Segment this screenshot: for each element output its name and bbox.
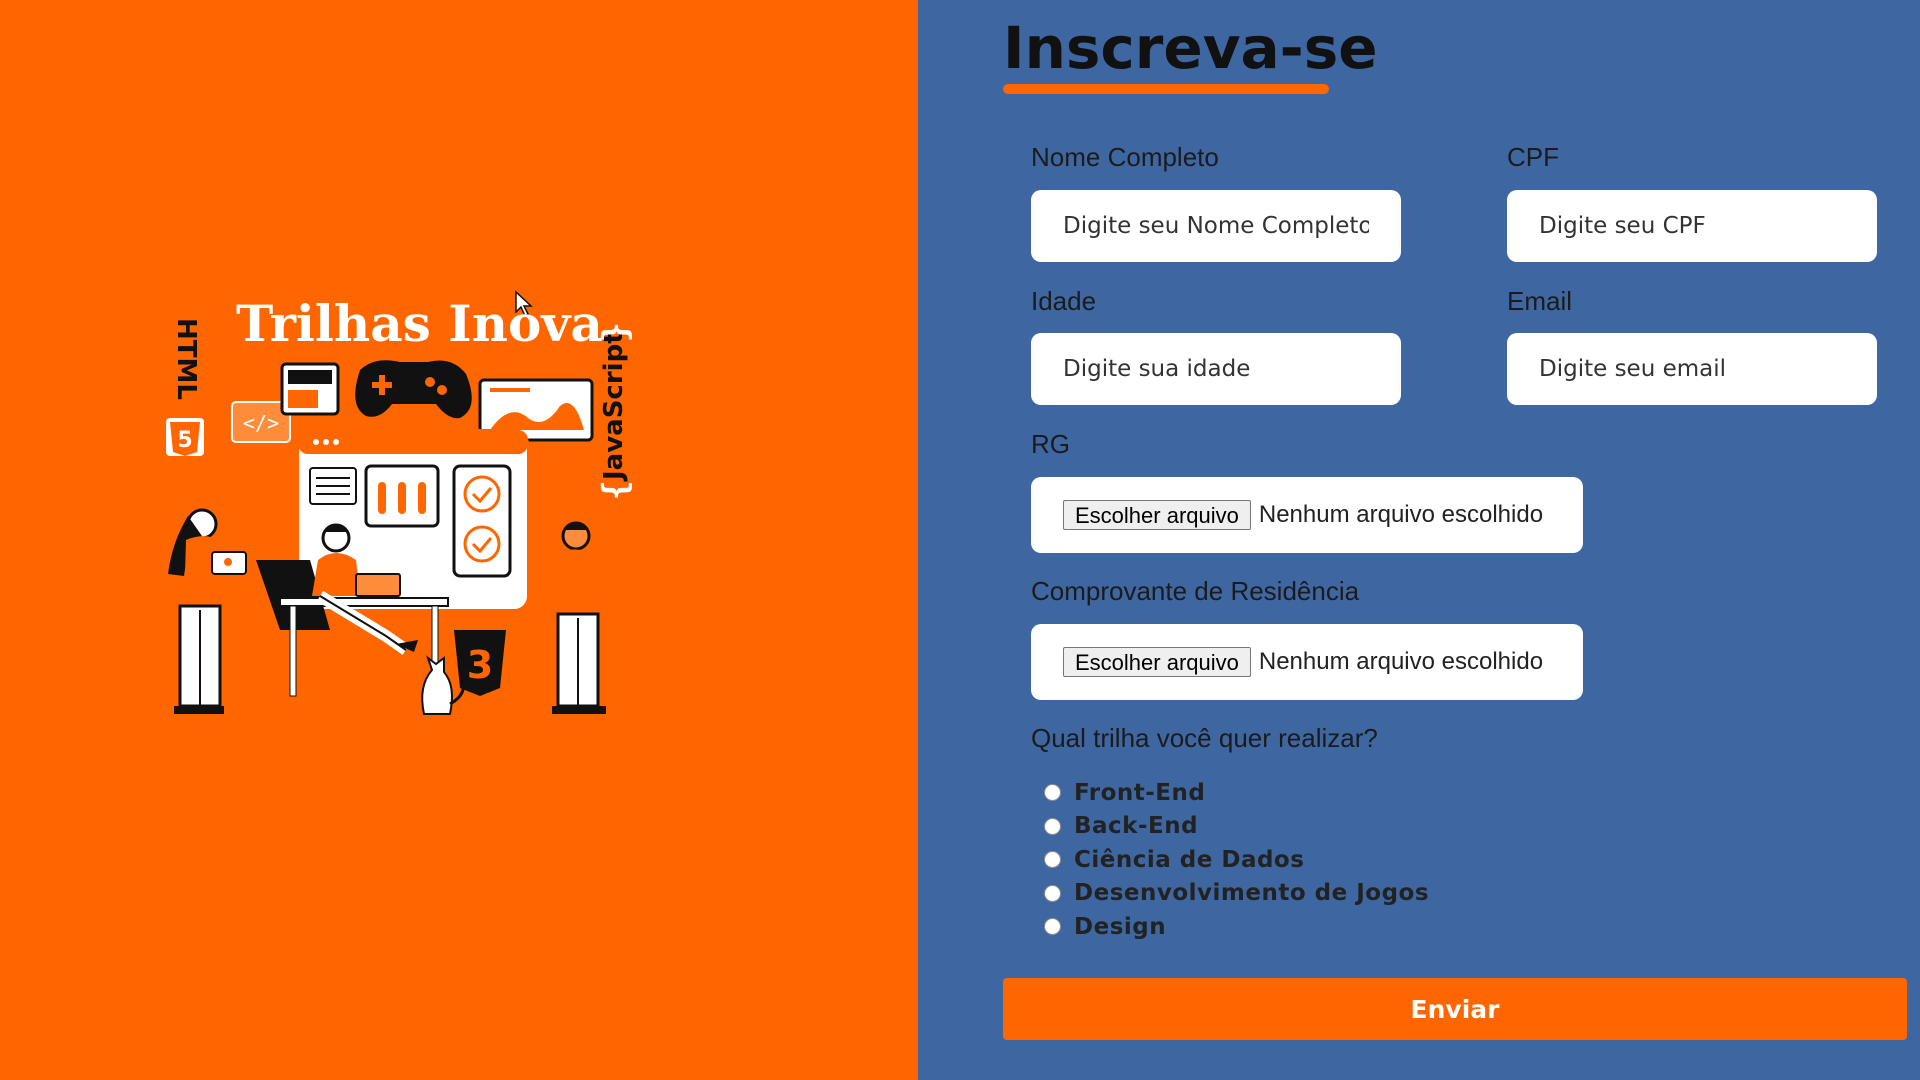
- svg-text:}: }: [597, 480, 637, 500]
- html5-badge: HTML 5: [166, 318, 204, 456]
- svg-text:3: 3: [467, 643, 493, 687]
- radio-label: Ciência de Dados: [1074, 846, 1305, 873]
- rg-file-status: Nenhum arquivo escolhido: [1258, 501, 1544, 528]
- html-badge-text: HTML: [171, 318, 201, 400]
- idade-label: Idade: [1031, 286, 1097, 316]
- svg-text:5: 5: [177, 428, 192, 453]
- radio-option-front-end[interactable]: Front-End: [1044, 776, 1429, 810]
- cpf-input[interactable]: [1507, 190, 1877, 262]
- comprovante-choose-file-button[interactable]: Escolher arquivo: [1063, 647, 1251, 677]
- rg-file-input[interactable]: Escolher arquivo Nenhum arquivo escolhid…: [1031, 477, 1583, 553]
- radio-button[interactable]: [1044, 884, 1061, 902]
- rg-label: RG: [1031, 429, 1070, 459]
- comprovante-file-status: Nenhum arquivo escolhido: [1258, 648, 1544, 675]
- cat-figure: [421, 655, 465, 715]
- game-controller-icon: [355, 360, 472, 419]
- radio-button[interactable]: [1044, 851, 1061, 869]
- trilha-question: Qual trilha você quer realizar?: [1031, 723, 1378, 753]
- submit-button[interactable]: Enviar: [1003, 978, 1907, 1040]
- svg-text:{: {: [597, 322, 637, 342]
- tech-team-illustration: HTML 5 JavaScript { } </> 3: [166, 290, 637, 715]
- javascript-badge-text: JavaScript: [599, 331, 629, 482]
- radio-button[interactable]: [1044, 817, 1061, 835]
- illustration-panel: HTML 5 JavaScript { } </> 3 Trilhas Inov…: [0, 0, 918, 1080]
- radio-option-back-end[interactable]: Back-End: [1044, 810, 1429, 844]
- page-title: Inscreva-se: [1003, 14, 1378, 82]
- javascript-badge: JavaScript { }: [597, 322, 637, 500]
- nome-completo-label: Nome Completo: [1031, 142, 1219, 172]
- radio-button[interactable]: [1044, 784, 1061, 802]
- radio-label: Desenvolvimento de Jogos: [1074, 880, 1430, 907]
- radio-option-ciencia-de-dados[interactable]: Ciência de Dados: [1044, 843, 1429, 877]
- illustration-title: Trilhas Inova: [236, 294, 603, 353]
- comprovante-label: Comprovante de Residência: [1031, 576, 1360, 606]
- radio-option-desenvolvimento-de-jogos[interactable]: Desenvolvimento de Jogos: [1044, 877, 1429, 911]
- rg-choose-file-button[interactable]: Escolher arquivo: [1063, 500, 1251, 530]
- cpf-label: CPF: [1507, 142, 1559, 172]
- email-label: Email: [1507, 286, 1573, 316]
- code-tag-text: </>: [243, 411, 279, 435]
- trilha-radio-group: Front-End Back-End Ciência de Dados Dese…: [1044, 776, 1429, 944]
- radio-button[interactable]: [1044, 918, 1061, 936]
- signup-form-panel: Inscreva-se Nome Completo CPF Idade Emai…: [918, 0, 1920, 1080]
- radio-label: Front-End: [1074, 779, 1206, 806]
- standing-woman-figure: [168, 508, 257, 714]
- title-underline: [1003, 84, 1329, 94]
- css3-shield-icon: 3: [454, 630, 506, 696]
- email-input[interactable]: [1507, 333, 1877, 405]
- radio-option-design[interactable]: Design: [1044, 910, 1429, 944]
- idade-input[interactable]: [1031, 333, 1401, 405]
- radio-label: Back-End: [1074, 813, 1199, 840]
- standing-man-figure: [528, 519, 618, 714]
- radio-label: Design: [1074, 913, 1167, 940]
- comprovante-file-input[interactable]: Escolher arquivo Nenhum arquivo escolhid…: [1031, 624, 1583, 700]
- nome-completo-input[interactable]: [1031, 190, 1401, 262]
